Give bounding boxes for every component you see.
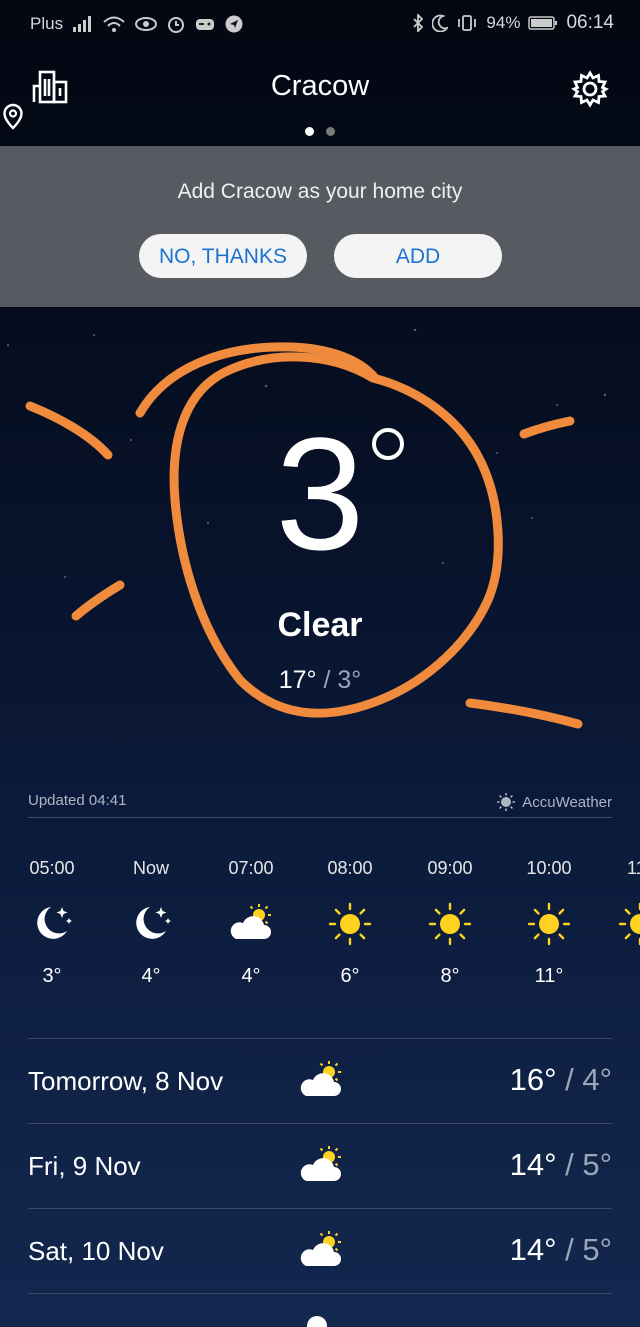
hour-temp: 4° [141, 965, 161, 987]
sun-icon [400, 901, 500, 947]
hour-temp: 4° [241, 965, 261, 987]
sun-icon [599, 901, 640, 947]
day-temps: 14° / 5° [510, 1147, 612, 1183]
hour-time: 09:00 [427, 858, 473, 878]
sun-cloud-icon [296, 1143, 346, 1189]
hour-temp: 8° [440, 965, 460, 987]
divider [28, 1293, 612, 1294]
temp-separator: / [556, 1062, 583, 1097]
day-label: Tomorrow, 8 Nov [28, 1066, 224, 1096]
hour-item: 09:00 8° [400, 858, 500, 988]
temp-separator: / [556, 1232, 583, 1267]
sun-cloud-icon [296, 1228, 346, 1274]
daily-row[interactable]: Fri, 9 Nov 14° / 5° [0, 1125, 640, 1209]
hour-item: Now 4° [101, 858, 201, 988]
hour-item: 08:00 6° [300, 858, 400, 988]
partial-weather-icon [305, 1314, 329, 1327]
sun-cloud-icon [201, 901, 301, 947]
day-high: 14° [509, 1147, 557, 1182]
day-temps: 14° / 5° [510, 1232, 612, 1268]
sun-icon [300, 901, 400, 947]
hour-temp: 3° [42, 965, 62, 987]
day-low: 5° [582, 1147, 612, 1182]
hour-item: 05:00 3° [2, 858, 102, 988]
day-low: 5° [582, 1232, 612, 1267]
day-low: 4° [582, 1062, 612, 1097]
hour-time: 07:00 [228, 858, 274, 878]
temp-separator: / [556, 1147, 583, 1182]
hour-time: 11 [627, 858, 640, 878]
hour-temp: 6° [340, 965, 360, 987]
hour-time: Now [132, 858, 169, 878]
day-temps: 16° / 4° [510, 1062, 612, 1098]
hour-time: 08:00 [327, 858, 373, 878]
moon-stars-icon [101, 901, 201, 947]
day-high: 16° [509, 1062, 557, 1097]
moon-stars-icon [2, 901, 102, 947]
day-label: Sat, 10 Nov [28, 1236, 164, 1266]
day-label: Fri, 9 Nov [28, 1151, 141, 1181]
divider [28, 1123, 612, 1124]
hour-item: 11 [599, 858, 640, 965]
hour-item: 07:00 4° [201, 858, 301, 988]
hourly-forecast[interactable]: 05:00 3° Now 4° 07:00 4° 08:00 6° 09:00 … [0, 0, 640, 1040]
day-high: 14° [509, 1232, 557, 1267]
daily-row[interactable]: Sat, 10 Nov 14° / 5° [0, 1210, 640, 1294]
daily-row[interactable]: Tomorrow, 8 Nov 16° / 4° [0, 1040, 640, 1124]
sun-icon [499, 901, 599, 947]
sun-cloud-icon [296, 1058, 346, 1104]
hour-item: 10:00 11° [499, 858, 599, 988]
divider [28, 1208, 612, 1209]
hour-time: 05:00 [29, 858, 75, 878]
hour-time: 10:00 [526, 858, 572, 878]
hour-temp: 11° [534, 965, 564, 987]
divider [28, 1038, 612, 1039]
